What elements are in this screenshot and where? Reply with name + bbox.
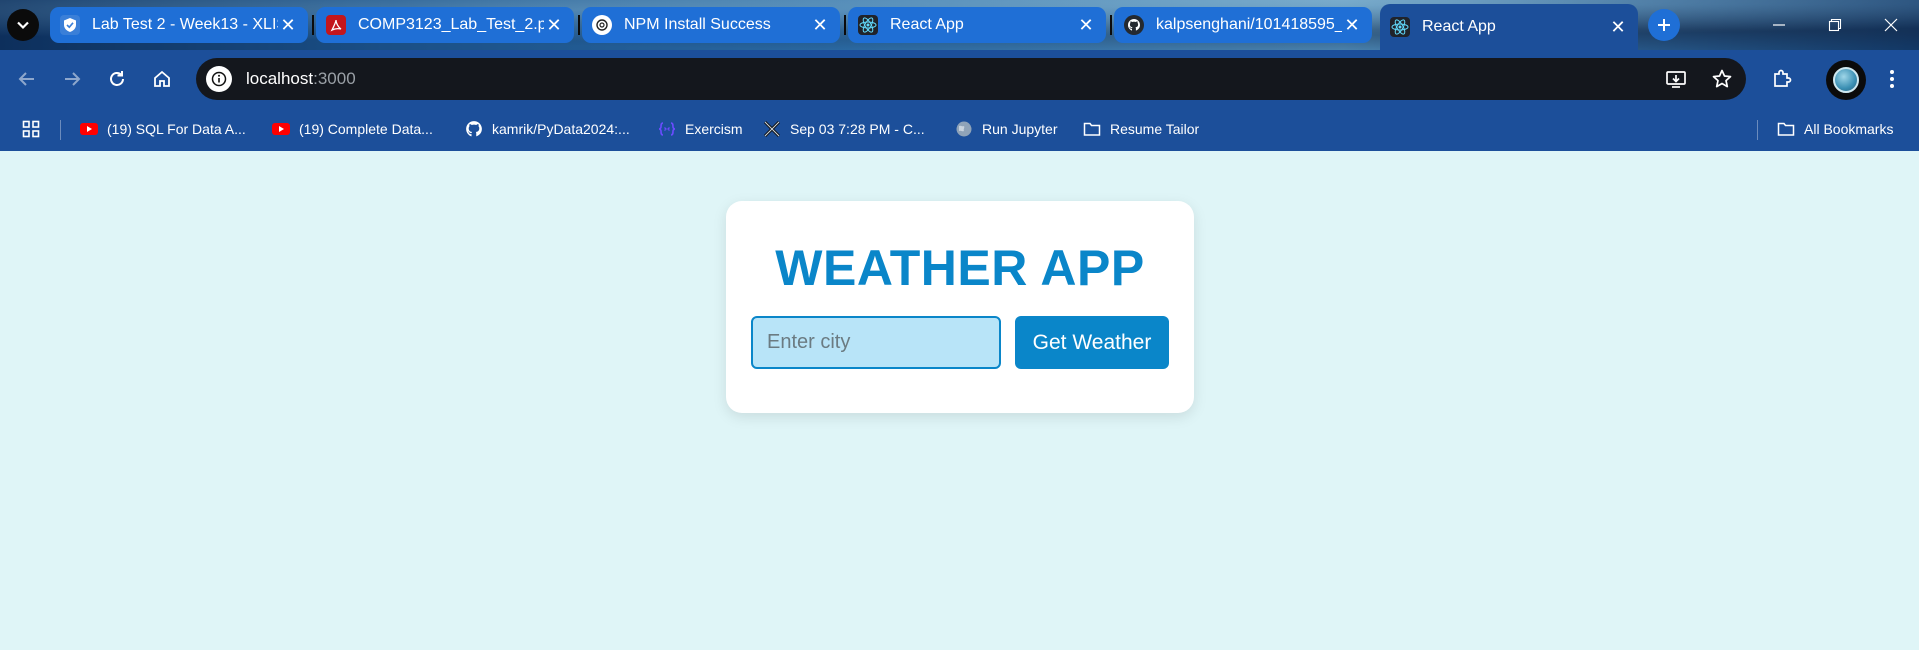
browser-toolbar: localhost:3000 — [0, 50, 1919, 108]
bookmark-sep-03[interactable]: Sep 03 7:28 PM - C... — [763, 117, 925, 141]
shield-logo-icon — [60, 15, 80, 35]
pdf-icon — [326, 15, 346, 35]
profile-avatar[interactable] — [1826, 60, 1866, 100]
address-bar[interactable]: localhost:3000 — [196, 58, 1746, 100]
plus-icon — [1658, 19, 1670, 31]
tab-title: kalpsenghani/101418595_c — [1156, 16, 1342, 33]
url-host: localhost — [246, 69, 314, 88]
app-title: WEATHER APP — [775, 240, 1145, 296]
globe-icon — [955, 120, 973, 138]
github-icon — [1124, 15, 1144, 35]
tab-title: NPM Install Success — [624, 16, 771, 33]
url-port: :3000 — [313, 69, 356, 88]
apps-grid-icon — [22, 120, 40, 138]
bookmark-complete-data[interactable]: (19) Complete Data... — [272, 117, 433, 141]
menu-button[interactable] — [1876, 63, 1908, 95]
reload-button[interactable] — [101, 63, 133, 95]
bookmark-label: Resume Tailor — [1110, 121, 1200, 137]
tab-title: React App — [1422, 18, 1496, 35]
tab-strip: Lab Test 2 - Week13 - XLIS ✕ COMP3123_La… — [0, 0, 1919, 50]
tab-title: React App — [890, 16, 964, 33]
bookmarks-bar: (19) SQL For Data A... (19) Complete Dat… — [0, 108, 1919, 151]
bookmark-label: kamrik/PyData2024:... — [492, 121, 630, 137]
tab-search-button[interactable] — [7, 9, 39, 41]
minimize-button[interactable] — [1751, 0, 1807, 50]
folder-icon — [1083, 120, 1101, 138]
tab-divider — [1110, 15, 1112, 35]
avatar-image — [1833, 67, 1859, 93]
close-icon[interactable]: ✕ — [810, 15, 830, 35]
folder-icon — [1777, 120, 1795, 138]
close-icon[interactable]: ✕ — [1608, 17, 1628, 37]
chevron-down-icon — [17, 21, 29, 30]
tab-github[interactable]: kalpsenghani/101418595_c ✕ — [1114, 7, 1372, 43]
extensions-button[interactable] — [1766, 63, 1798, 95]
bookmark-pydata[interactable]: kamrik/PyData2024:... — [465, 117, 630, 141]
tab-react-app-1[interactable]: React App ✕ — [848, 7, 1106, 43]
bookmark-label: Run Jupyter — [982, 121, 1058, 137]
tab-npm[interactable]: NPM Install Success ✕ — [582, 7, 840, 43]
site-info-icon[interactable] — [206, 66, 232, 92]
close-icon[interactable]: ✕ — [278, 15, 298, 35]
bookmark-run-jupyter[interactable]: Run Jupyter — [955, 117, 1057, 141]
github-icon — [465, 120, 483, 138]
reload-icon — [110, 71, 124, 86]
tab-title: COMP3123_Lab_Test_2.pdf — [358, 16, 544, 33]
back-button[interactable] — [11, 63, 43, 95]
tab-divider — [844, 15, 846, 35]
window-controls — [1751, 0, 1919, 50]
x-logo-icon — [763, 120, 781, 138]
bookmark-label: Exercism — [685, 121, 743, 137]
bookmark-star-icon[interactable] — [1710, 67, 1734, 91]
kebab-menu-icon — [1890, 70, 1894, 88]
get-weather-button[interactable]: Get Weather — [1015, 316, 1169, 369]
forward-button[interactable] — [56, 63, 88, 95]
bookmarks-divider — [1757, 120, 1758, 140]
youtube-icon — [272, 120, 290, 138]
restore-icon — [1828, 18, 1842, 32]
tab-divider — [312, 15, 314, 35]
bookmark-label: (19) Complete Data... — [299, 121, 433, 137]
city-input[interactable] — [751, 316, 1001, 369]
arrow-right-icon — [65, 72, 81, 86]
bookmark-label: Sep 03 7:28 PM - C... — [790, 121, 925, 137]
home-icon — [154, 70, 170, 87]
home-button[interactable] — [146, 63, 178, 95]
minimize-icon — [1773, 24, 1785, 26]
tab-lab-test[interactable]: Lab Test 2 - Week13 - XLIS ✕ — [50, 7, 308, 43]
restore-button[interactable] — [1807, 0, 1863, 50]
bookmark-resume-tailor[interactable]: Resume Tailor — [1083, 117, 1199, 141]
all-bookmarks-label: All Bookmarks — [1804, 121, 1894, 137]
bookmarks-divider — [60, 120, 61, 140]
bookmark-exercism[interactable]: Exercism — [658, 117, 743, 141]
new-tab-button[interactable] — [1648, 9, 1680, 41]
close-icon[interactable]: ✕ — [544, 15, 564, 35]
page-viewport: WEATHER APP Get Weather — [0, 151, 1919, 650]
youtube-icon — [80, 120, 98, 138]
puzzle-icon — [1774, 69, 1792, 87]
bookmark-label: (19) SQL For Data A... — [107, 121, 246, 137]
close-icon[interactable]: ✕ — [1342, 15, 1362, 35]
install-app-icon[interactable] — [1664, 67, 1688, 91]
react-icon — [1390, 17, 1410, 37]
all-bookmarks-button[interactable]: All Bookmarks — [1777, 117, 1893, 141]
weather-card: WEATHER APP Get Weather — [726, 201, 1194, 413]
exercism-icon — [658, 120, 676, 138]
tab-react-app-active[interactable]: React App ✕ — [1380, 4, 1638, 50]
apps-button[interactable] — [22, 117, 40, 141]
react-icon — [858, 15, 878, 35]
url-text[interactable]: localhost:3000 — [246, 69, 356, 89]
tab-title: Lab Test 2 - Week13 - XLIS — [92, 16, 278, 33]
arrow-left-icon — [18, 72, 34, 86]
tab-pdf[interactable]: COMP3123_Lab_Test_2.pdf ✕ — [316, 7, 574, 43]
close-icon — [1884, 18, 1898, 32]
window-close-button[interactable] — [1863, 0, 1919, 50]
close-icon[interactable]: ✕ — [1076, 15, 1096, 35]
openai-icon — [592, 15, 612, 35]
bookmark-sql[interactable]: (19) SQL For Data A... — [80, 117, 246, 141]
tab-divider — [578, 15, 580, 35]
